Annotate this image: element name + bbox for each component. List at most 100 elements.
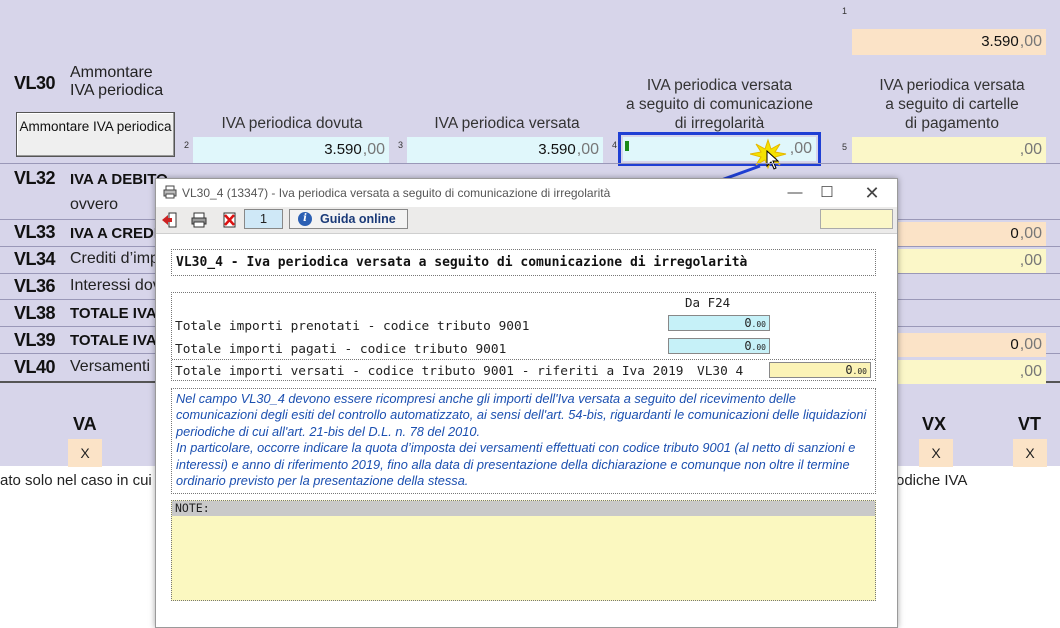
dialog-header-panel: VL30_4 - Iva periodica versata a seguito… — [171, 249, 876, 276]
col-header-cartelle-l2: a seguito di cartelle — [885, 96, 1019, 113]
field-5-cents: ,00 — [1019, 141, 1042, 158]
vl39-field[interactable]: 0,00 — [896, 333, 1046, 357]
notes-label: NOTE: — [172, 501, 875, 516]
col-header-due: IVA periodica dovuta — [221, 115, 363, 132]
line-prenotati-label: Totale importi prenotati - codice tribut… — [175, 319, 530, 334]
line-pagati-label: Totale importi pagati - codice tributo 9… — [175, 342, 507, 357]
vl34-cents: ,00 — [1019, 252, 1042, 269]
da-f24-header: Da F24 — [685, 295, 731, 310]
prenotati-input[interactable]: 0.00 — [668, 315, 770, 331]
vl33-cents: ,00 — [1019, 225, 1042, 242]
col-header-irregular-l2: a seguito di comunicazione — [626, 96, 813, 113]
vl40-field[interactable]: ,00 — [896, 360, 1046, 384]
vl39-value: 0 — [1010, 336, 1019, 353]
pagati-value: 0 — [744, 339, 752, 353]
row-code-vl40: VL40 — [14, 357, 56, 377]
field-number-1: 1 — [842, 6, 848, 16]
row-label-vl38: TOTALE IVA — [70, 305, 157, 322]
mouse-pointer-icon — [766, 150, 780, 170]
row-label-vl39: TOTALE IVA — [70, 332, 157, 349]
vl30-label-line2: IVA periodica — [70, 82, 164, 99]
va-label: VA — [73, 414, 97, 434]
print-icon[interactable] — [190, 211, 208, 229]
top-field-1-value: 3.590 — [981, 33, 1019, 50]
note-text: Nel campo VL30_4 devono essere ricompres… — [176, 391, 876, 489]
pagati-input[interactable]: 0.00 — [668, 338, 770, 354]
versati-cents: .00 — [852, 367, 867, 376]
minimize-icon[interactable]: — — [782, 182, 808, 204]
exit-icon[interactable] — [160, 211, 178, 229]
field-2-cents: ,00 — [362, 141, 385, 158]
ammontare-iva-button[interactable]: Ammontare IVA periodica — [16, 112, 175, 157]
field-5-iva-cartelle[interactable]: ,00 — [852, 137, 1046, 163]
vl30-code: VL30 — [14, 73, 56, 93]
field-3-iva-versata[interactable]: 3.590,00 — [407, 137, 603, 163]
toolbar-yellow-field[interactable] — [820, 209, 893, 229]
printer-app-icon — [163, 185, 177, 199]
vt-checkbox[interactable]: X — [1013, 439, 1047, 467]
row-code-vl32: VL32 — [14, 168, 56, 188]
vl30-label: Ammontare IVA periodica — [70, 64, 163, 100]
values-panel: Da F24 Totale importi prenotati - codice… — [171, 292, 876, 381]
row-code-vl33: VL33 — [14, 222, 56, 242]
delete-icon[interactable] — [221, 211, 239, 229]
va-checkbox[interactable]: X — [68, 439, 102, 467]
close-icon[interactable]: ✕ — [859, 182, 885, 204]
top-field-1[interactable]: 3.590,00 — [852, 29, 1046, 55]
values-divider — [172, 359, 875, 361]
vl39-cents: ,00 — [1019, 336, 1042, 353]
field-3-cents: ,00 — [576, 141, 599, 158]
line-versati-label: Totale importi versati - codice tributo … — [175, 364, 684, 379]
vx-checkbox[interactable]: X — [919, 439, 953, 467]
prenotati-cents: .00 — [751, 320, 766, 329]
guida-online-label: Guida online — [320, 212, 396, 226]
info-icon: i — [298, 212, 312, 226]
col-header-cartelle-l1: IVA periodica versata — [879, 77, 1025, 94]
col-header-irregular: IVA periodica versata a seguito di comun… — [612, 76, 827, 133]
col-header-cartelle-l3: di pagamento — [905, 115, 999, 132]
dialog-toolbar: 1 i Guida online — [156, 207, 897, 234]
col-header-irregular-l3: di irregolarità — [674, 115, 765, 132]
vl33-value: 0 — [1010, 225, 1019, 242]
detail-dialog: VL30_4 (13347) - Iva periodica versata a… — [155, 178, 898, 628]
vl33-field[interactable]: 0,00 — [896, 222, 1046, 246]
prenotati-value: 0 — [744, 316, 752, 330]
field-3-value: 3.590 — [538, 141, 576, 158]
versati-input[interactable]: 0.00 — [769, 362, 871, 378]
page-number-field[interactable]: 1 — [244, 209, 283, 229]
vl40-cents: ,00 — [1019, 363, 1042, 380]
dialog-titlebar[interactable]: VL30_4 (13347) - Iva periodica versata a… — [156, 179, 897, 207]
row-code-vl34: VL34 — [14, 249, 56, 269]
col-header-irregular-l1: IVA periodica versata — [646, 77, 793, 94]
note-text-panel: Nel campo VL30_4 devono essere ricompres… — [171, 388, 876, 494]
field-number-2: 2 — [184, 140, 190, 150]
row-code-vl36: VL36 — [14, 276, 56, 296]
vl34-field[interactable]: ,00 — [896, 249, 1046, 273]
footer-text-left: ato solo nel caso in cui s — [0, 472, 164, 489]
vx-label: VX — [922, 414, 947, 434]
row-label-vl40: Versamenti e — [70, 358, 164, 375]
notes-area[interactable]: NOTE: — [171, 500, 876, 601]
field-2-iva-dovuta[interactable]: 3.590,00 — [193, 137, 389, 163]
field-number-3: 3 — [398, 140, 404, 150]
row-label-vl32: IVA A DEBITO — [70, 171, 168, 188]
top-field-1-cents: ,00 — [1019, 33, 1042, 50]
note-paragraph-2: In particolare, occorre indicare la quot… — [176, 440, 856, 489]
dialog-title: VL30_4 (13347) - Iva periodica versata a… — [182, 186, 611, 200]
dialog-header: VL30_4 - Iva periodica versata a seguito… — [176, 255, 748, 270]
row-code-vl39: VL39 — [14, 330, 56, 350]
pagati-cents: .00 — [751, 343, 766, 352]
line-versati-ref: VL30 4 — [697, 364, 744, 379]
col-header-paid: IVA periodica versata — [434, 115, 580, 132]
maximize-icon[interactable]: ☐ — [814, 182, 840, 204]
row-code-vl38: VL38 — [14, 303, 56, 323]
note-paragraph-1: Nel campo VL30_4 devono essere ricompres… — [176, 391, 867, 439]
vl30-label-line1: Ammontare — [70, 64, 153, 81]
versati-value: 0 — [845, 363, 853, 377]
field-number-4: 4 — [612, 140, 618, 150]
row-label-ovvero: ovvero — [70, 196, 119, 213]
text-cursor — [625, 141, 629, 151]
guida-online-button[interactable]: i Guida online — [289, 209, 408, 229]
field-2-value: 3.590 — [324, 141, 362, 158]
vt-label: VT — [1018, 414, 1042, 434]
